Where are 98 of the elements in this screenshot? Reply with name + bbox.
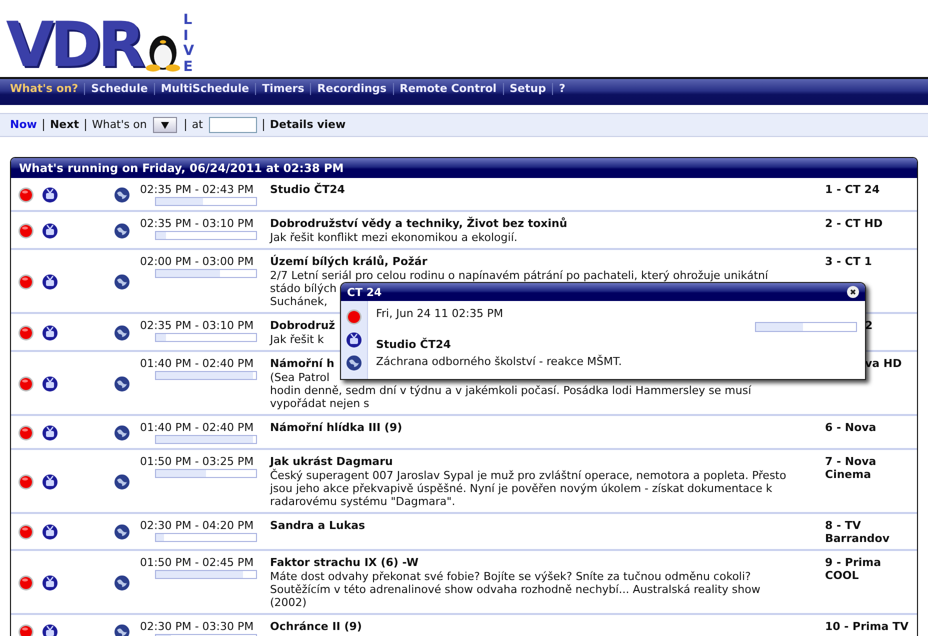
time-range: 01:50 PM - 02:45 PM <box>140 556 255 569</box>
nav-link[interactable]: Timers <box>255 83 310 95</box>
globe-icon[interactable] <box>114 424 130 440</box>
show-description: Máte dost odvahy překonat své fobie? Bojíte se výšek? Sníte za tučnou odměnu cokoli? <box>270 570 751 583</box>
channel-name: 9 - Prima COOL <box>825 556 882 582</box>
tv-icon[interactable] <box>42 474 58 490</box>
globe-icon[interactable] <box>114 574 130 590</box>
record-icon[interactable] <box>18 324 34 340</box>
show-description: vypořádat nejen s <box>270 397 370 410</box>
time-range: 01:50 PM - 03:25 PM <box>140 455 255 468</box>
nav-link[interactable]: What's on? <box>4 83 84 95</box>
channel-name: 7 - Nova Cinema <box>825 455 878 481</box>
globe-icon[interactable] <box>114 186 130 202</box>
show-description: radarovému systému "Dagmara". <box>270 495 456 508</box>
record-icon[interactable] <box>18 376 34 392</box>
nav-link[interactable]: ? <box>552 83 572 95</box>
show-description: 2/7 Letní seriál pro celou rodinu o napínavém pátrání po pachateli, který ohrožuje unikátní <box>270 269 768 282</box>
show-title[interactable]: Jak ukrást Dagmaru <box>270 455 393 469</box>
show-description: jsou jeho akce překvapivě úspěšné. Nyní je pověřen novým úkolem - získat dokumentace k <box>270 482 772 495</box>
record-icon[interactable] <box>18 186 34 202</box>
show-description: Český superagent 007 Jaroslav Sypal je muž pro zvláštní operace, nemotora a popleta. Přesto <box>270 469 786 482</box>
globe-icon[interactable] <box>114 274 130 290</box>
show-description: Soutěžícím v této adrenalinové show odvaha rozhodně nechybí... Australská reality show <box>270 583 760 596</box>
globe-icon[interactable] <box>114 324 130 340</box>
time-input-field[interactable] <box>208 117 257 133</box>
globe-icon[interactable] <box>346 355 362 371</box>
record-icon[interactable] <box>18 222 34 238</box>
record-icon[interactable] <box>18 524 34 540</box>
tv-icon[interactable] <box>346 332 362 348</box>
tv-icon[interactable] <box>42 574 58 590</box>
show-title[interactable]: Sandra a Lukas <box>270 519 366 533</box>
dropdown-button[interactable] <box>152 117 177 133</box>
time-range: 02:35 PM - 03:10 PM <box>140 217 255 230</box>
nav-link[interactable]: MultiSchedule <box>154 83 256 95</box>
time-range: 02:35 PM - 03:10 PM <box>140 319 255 332</box>
show-description: Jak řešit k <box>270 333 324 346</box>
globe-icon[interactable] <box>114 474 130 490</box>
globe-icon[interactable] <box>114 624 130 636</box>
record-icon[interactable] <box>18 574 34 590</box>
globe-icon[interactable] <box>114 524 130 540</box>
nav-link[interactable]: Setup <box>502 83 552 95</box>
show-description: stádo bílých <box>270 282 337 295</box>
channel-name: 1 - CT 24 <box>825 183 881 196</box>
record-icon[interactable] <box>346 309 362 325</box>
globe-icon[interactable] <box>114 222 130 238</box>
tv-icon[interactable] <box>42 186 58 202</box>
caret-icon <box>160 122 169 128</box>
time-range: 02:35 PM - 02:43 PM <box>140 183 255 196</box>
channel-name: 8 - TV Barrandov <box>825 519 891 545</box>
details-view-link[interactable]: Details view <box>262 119 352 131</box>
tv-icon[interactable] <box>42 222 58 238</box>
show-title[interactable]: Dobrodruž <box>270 319 336 333</box>
show-description: (Sea Patrol <box>270 371 330 384</box>
popup-date: Fri, Jun 24 11 02:35 PM <box>376 307 504 320</box>
show-description: Suchánek, <box>270 295 328 308</box>
tv-icon[interactable] <box>42 376 58 392</box>
show-title[interactable]: Faktor strachu IX (6) -W <box>270 556 418 570</box>
popup-title: CT 24 <box>347 286 382 298</box>
channel-name: 3 - CT 1 <box>825 255 873 268</box>
sub-link[interactable]: Next <box>42 119 85 131</box>
tv-icon[interactable] <box>42 424 58 440</box>
popup-description: Záchrana odborného školství - reakce MŠMT. <box>376 355 622 368</box>
time-range: 01:40 PM - 02:40 PM <box>140 421 255 434</box>
show-title[interactable]: Dobrodružství vědy a techniky, Život bez toxinů <box>270 217 568 231</box>
show-title[interactable]: Ochránce II (9) <box>270 620 362 634</box>
show-title[interactable]: Území bílých králů, Požár <box>270 255 428 269</box>
show-description: hodin denně, sedm dní v týdnu a v jakémkoli počasí. Posádka lodi Hammersley se musí <box>270 384 752 397</box>
record-icon[interactable] <box>18 424 34 440</box>
close-icon[interactable] <box>847 286 859 298</box>
time-range: 02:30 PM - 03:30 PM <box>140 620 255 633</box>
table-header: What's running on Friday, 06/24/2011 at 02:38 PM <box>11 158 917 178</box>
globe-icon[interactable] <box>114 376 130 392</box>
tv-icon[interactable] <box>42 324 58 340</box>
record-icon[interactable] <box>18 274 34 290</box>
show-title[interactable]: Námořní hlídka III (9) <box>270 421 402 435</box>
show-title[interactable]: Studio ČT24 <box>270 183 345 197</box>
channel-name: 2 <box>864 319 874 332</box>
nav-link[interactable]: Schedule <box>84 83 154 95</box>
time-range: 02:00 PM - 03:00 PM <box>140 255 255 268</box>
popup-show-title: Studio ČT24 <box>376 338 451 352</box>
tv-icon[interactable] <box>42 524 58 540</box>
tv-icon[interactable] <box>42 274 58 290</box>
logo-side-text: LIVE <box>183 13 196 77</box>
sub-link[interactable]: Now <box>10 119 43 131</box>
channel-name: 2 - CT HD <box>825 217 884 230</box>
channel-name: 6 - Nova <box>825 421 878 434</box>
time-range: 01:40 PM - 02:40 PM <box>140 357 255 370</box>
record-icon[interactable] <box>18 624 34 636</box>
nav-link[interactable]: Remote Control <box>392 83 503 95</box>
record-icon[interactable] <box>18 474 34 490</box>
time-range: 02:30 PM - 04:20 PM <box>140 519 255 532</box>
show-description: Jak řešit konflikt mezi ekonomikou a ekologií. <box>270 231 518 244</box>
channel-name: 10 - Prima TV <box>825 620 910 633</box>
logo-text: VDR <box>6 13 142 77</box>
tv-icon[interactable] <box>42 624 58 636</box>
show-description: (2002) <box>270 596 307 609</box>
nav-link[interactable]: Recordings <box>310 83 393 95</box>
show-title[interactable]: Námořní h <box>270 357 334 371</box>
